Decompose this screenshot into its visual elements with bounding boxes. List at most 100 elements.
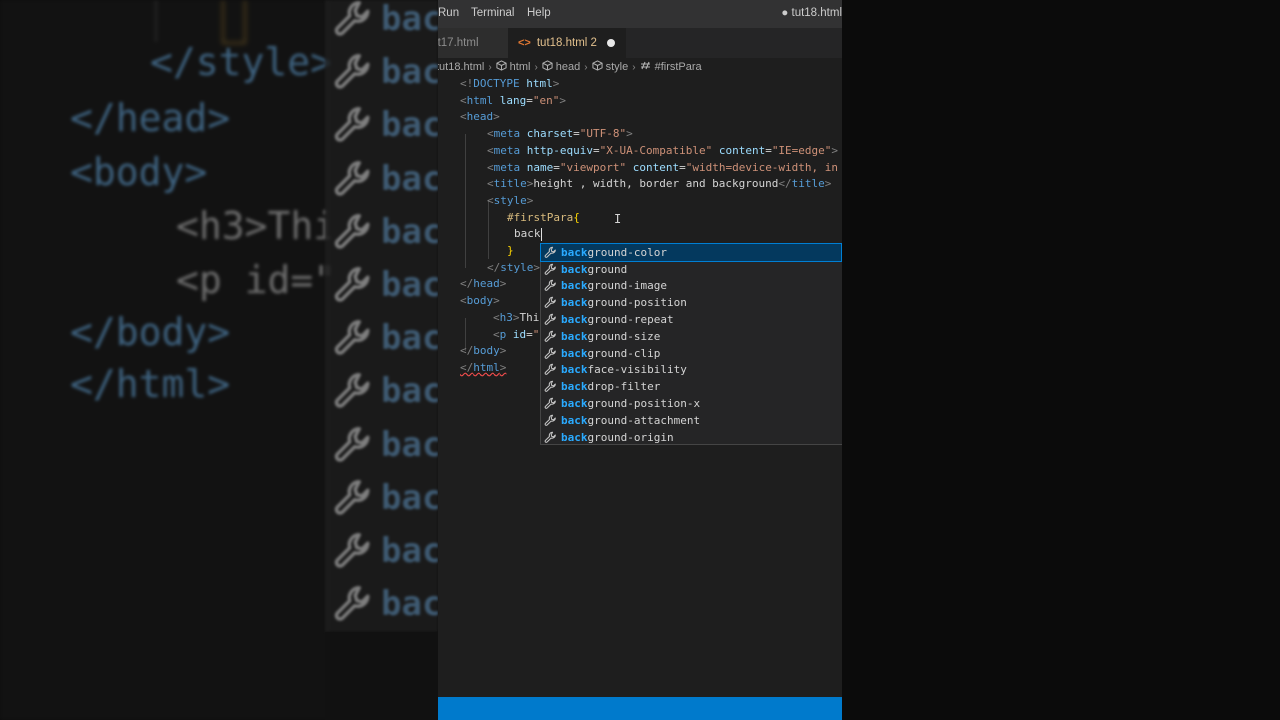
wrench-icon bbox=[333, 478, 373, 518]
code-line: </body> bbox=[460, 344, 507, 358]
bg-suggestion-text: bac bbox=[381, 52, 438, 93]
suggestion-label: background-size bbox=[561, 329, 661, 343]
code-line: <p id=" bbox=[493, 327, 540, 341]
suggestion-item[interactable]: background-position-x bbox=[541, 395, 841, 412]
wrench-icon bbox=[541, 431, 561, 444]
suggestion-label: background bbox=[561, 262, 628, 276]
background-bottom bbox=[325, 632, 438, 720]
suggestion-item[interactable]: background-origin bbox=[541, 429, 841, 446]
suggestion-label: background-image bbox=[561, 279, 667, 293]
bg-suggestion-row: bac bbox=[333, 313, 438, 363]
unsaved-dot-icon[interactable] bbox=[606, 39, 615, 47]
suggestion-label: background-repeat bbox=[561, 313, 674, 327]
bg-suggestion-row: bac bbox=[333, 207, 438, 257]
element-cube-icon bbox=[592, 60, 603, 74]
indent-guide bbox=[465, 134, 466, 268]
breadcrumb-head[interactable]: head bbox=[556, 61, 580, 73]
suggestion-label: background-attachment bbox=[561, 413, 701, 427]
code-line: <meta charset="UTF-8"> bbox=[487, 127, 633, 141]
bg-line: </style> bbox=[150, 40, 330, 84]
bg-line: </head> bbox=[70, 96, 231, 140]
bg-line: </body> bbox=[70, 310, 231, 354]
bg-suggestion-text: bac bbox=[381, 584, 438, 625]
wrench-icon bbox=[333, 265, 373, 305]
code-line: </html> bbox=[460, 360, 507, 374]
code-line: </style> bbox=[487, 260, 540, 274]
code-line-active: back bbox=[514, 227, 542, 241]
suggestion-label: background-color bbox=[561, 245, 667, 259]
status-bar bbox=[438, 697, 842, 720]
code-line: } bbox=[507, 244, 514, 257]
bg-suggestion-row: bac bbox=[333, 260, 438, 310]
tab-tut18[interactable]: <> tut18.html 2 bbox=[508, 28, 626, 58]
wrench-icon bbox=[333, 425, 373, 465]
text-cursor-icon: I bbox=[614, 212, 622, 226]
bg-suggestion-text: bac bbox=[381, 424, 438, 465]
wrench-icon bbox=[333, 371, 373, 411]
indent-guide bbox=[488, 201, 489, 259]
breadcrumb-html[interactable]: html bbox=[510, 61, 531, 73]
menu-terminal[interactable]: Terminal bbox=[471, 7, 514, 19]
suggestion-item[interactable]: background-position bbox=[541, 294, 841, 311]
bg-line: <p id=" bbox=[176, 258, 330, 302]
wrench-icon bbox=[541, 330, 561, 343]
window-title: ● tut18.html bbox=[781, 7, 842, 19]
suggestion-label: backdrop-filter bbox=[561, 380, 661, 394]
breadcrumb-style[interactable]: style bbox=[606, 61, 629, 73]
suggestion-item[interactable]: background-color bbox=[540, 243, 842, 262]
wrench-icon bbox=[333, 318, 373, 358]
breadcrumb-file[interactable]: tut18.html bbox=[438, 61, 484, 73]
suggestion-label: backface-visibility bbox=[561, 363, 687, 377]
bg-line: <h3>Thi bbox=[176, 204, 330, 248]
bg-suggestion-text: bac bbox=[381, 105, 438, 146]
code-line: #firstPara{ bbox=[507, 210, 580, 224]
bg-suggestion-row: bac bbox=[333, 154, 438, 204]
wrench-icon bbox=[541, 414, 561, 427]
menu-help[interactable]: Help bbox=[527, 7, 551, 19]
bg-suggestion-text: bac bbox=[381, 211, 438, 252]
bg-suggestion-text: bac bbox=[381, 265, 438, 305]
bg-suggestion-text: bac bbox=[381, 318, 438, 359]
code-line: <head> bbox=[460, 110, 500, 124]
suggestion-item[interactable]: backdrop-filter bbox=[541, 378, 841, 395]
chevron-right-icon: › bbox=[584, 61, 588, 73]
bg-suggestion-text: bac bbox=[381, 531, 438, 571]
chevron-right-icon: › bbox=[632, 61, 636, 73]
suggestion-item[interactable]: backface-visibility bbox=[541, 362, 841, 379]
suggestion-item[interactable]: background bbox=[541, 261, 841, 278]
suggestion-item[interactable]: background-size bbox=[541, 328, 841, 345]
bg-suggestion-row: bac bbox=[333, 100, 438, 150]
bg-suggestion-row: bac bbox=[333, 473, 438, 523]
css-selector-icon bbox=[640, 60, 652, 74]
chevron-right-icon: › bbox=[534, 61, 538, 73]
menu-bar: Run Terminal Help ● tut18.html bbox=[438, 0, 842, 28]
wrench-icon bbox=[333, 531, 373, 571]
wrench-icon bbox=[333, 159, 373, 199]
bg-guide bbox=[155, 0, 157, 42]
suggestion-item[interactable]: background-repeat bbox=[541, 311, 841, 328]
bg-suggestion-text: bac bbox=[381, 158, 438, 199]
suggestion-item[interactable]: background-attachment bbox=[541, 412, 841, 429]
wrench-icon bbox=[541, 313, 561, 326]
code-line: <h3>Thi bbox=[493, 310, 540, 324]
tab-label: tut17.html bbox=[438, 37, 479, 49]
code-line: </head> bbox=[460, 277, 507, 291]
autocomplete-suggestions[interactable]: background-color background background-ima… bbox=[540, 243, 842, 445]
breadcrumb-firstpara[interactable]: #firstPara bbox=[655, 61, 702, 73]
suggestion-item[interactable]: background-image bbox=[541, 278, 841, 295]
wrench-icon bbox=[333, 0, 373, 39]
code-line: <style> bbox=[487, 193, 534, 207]
bg-suggestion-row: bac bbox=[333, 579, 438, 629]
element-cube-icon bbox=[542, 60, 553, 74]
text-caret bbox=[540, 227, 542, 241]
bg-suggestion-row: bac bbox=[333, 366, 438, 416]
element-cube-icon bbox=[496, 60, 507, 74]
html-file-icon: <> bbox=[518, 37, 531, 49]
wrench-icon bbox=[333, 212, 373, 252]
suggestion-label: background-clip bbox=[561, 346, 661, 360]
code-line: <!DOCTYPE html> bbox=[460, 77, 560, 90]
menu-run[interactable]: Run bbox=[438, 7, 459, 19]
wrench-icon bbox=[541, 246, 561, 259]
suggestion-item[interactable]: background-clip bbox=[541, 345, 841, 362]
tab-tut17[interactable]: tut17.html bbox=[438, 28, 508, 58]
